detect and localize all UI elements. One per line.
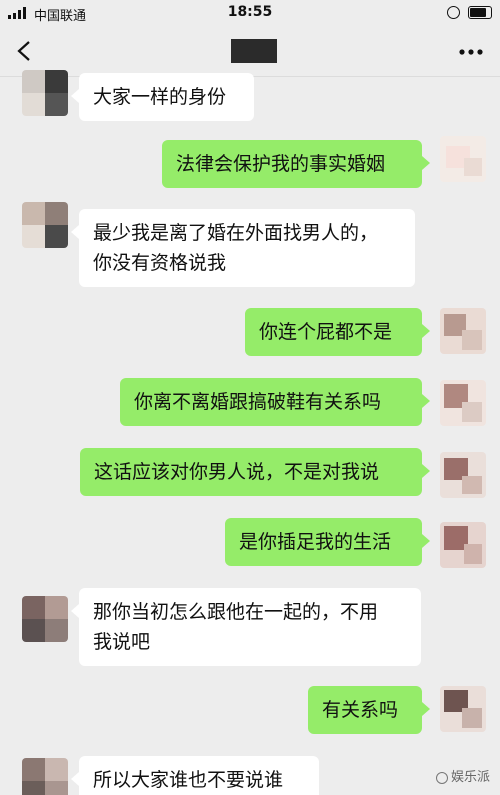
status-icons bbox=[446, 5, 492, 20]
message-bubble-outgoing[interactable]: 是你插足我的生活 bbox=[225, 518, 430, 566]
message-bubble-outgoing[interactable]: 你连个屁都不是 bbox=[245, 308, 430, 356]
avatar[interactable] bbox=[440, 308, 486, 354]
message-bubble-incoming[interactable]: 所以大家谁也不要说谁 bbox=[71, 756, 319, 795]
avatar[interactable] bbox=[440, 136, 486, 182]
avatar[interactable] bbox=[440, 380, 486, 426]
battery-icon bbox=[468, 6, 492, 19]
avatar[interactable] bbox=[22, 202, 68, 248]
watermark: 娱乐派 bbox=[435, 766, 490, 785]
avatar[interactable] bbox=[440, 686, 486, 732]
avatar[interactable] bbox=[22, 70, 68, 116]
message-bubble-incoming[interactable]: 那你当初怎么跟他在一起的，不用 我说吧 bbox=[71, 588, 421, 666]
watermark-logo-icon bbox=[435, 771, 448, 784]
message-bubble-incoming[interactable]: 大家一样的身份 bbox=[71, 73, 254, 121]
avatar[interactable] bbox=[22, 596, 68, 642]
chat-header bbox=[0, 26, 500, 77]
status-time: 18:55 bbox=[227, 4, 273, 20]
message-bubble-incoming[interactable]: 最少我是离了婚在外面找男人的， 你没有资格说我 bbox=[71, 209, 415, 287]
message-bubble-outgoing[interactable]: 有关系吗 bbox=[308, 686, 430, 734]
contact-name-redacted bbox=[231, 39, 277, 63]
chevron-left-icon[interactable] bbox=[14, 40, 36, 62]
status-bar: 中国联通 18:55 bbox=[0, 0, 500, 26]
avatar[interactable] bbox=[440, 522, 486, 568]
ellipsis-icon[interactable] bbox=[458, 48, 484, 56]
chat-screen: 中国联通 18:55 大家一样的身份 法律会保护我的事实婚姻 最少我是离了婚在外… bbox=[0, 0, 500, 795]
rotation-lock-icon bbox=[446, 6, 460, 19]
message-bubble-outgoing[interactable]: 这话应该对你男人说，不是对我说 bbox=[80, 448, 430, 496]
message-bubble-outgoing[interactable]: 你离不离婚跟搞破鞋有关系吗 bbox=[120, 378, 430, 426]
watermark-text: 娱乐派 bbox=[450, 770, 490, 785]
avatar[interactable] bbox=[22, 758, 68, 795]
avatar[interactable] bbox=[440, 452, 486, 498]
message-bubble-outgoing[interactable]: 法律会保护我的事实婚姻 bbox=[162, 140, 430, 188]
